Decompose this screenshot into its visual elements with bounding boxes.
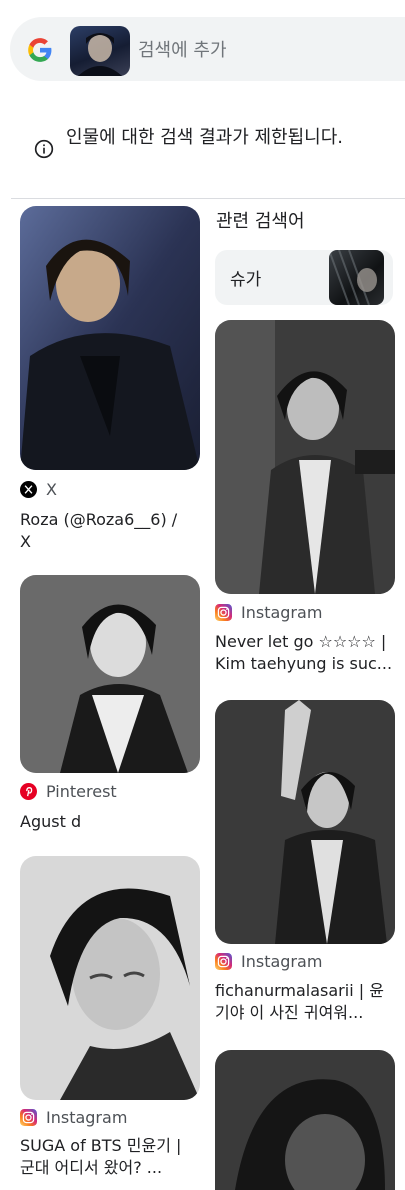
source-name: Instagram xyxy=(241,602,323,622)
x-icon xyxy=(20,480,37,498)
result-source-3[interactable]: Instagram xyxy=(20,1107,127,1127)
divider xyxy=(11,198,405,199)
result-image-3[interactable] xyxy=(20,856,200,1100)
result-image-6[interactable] xyxy=(215,1050,395,1190)
related-chip-label: 슈가 xyxy=(230,270,262,290)
result-title-5[interactable]: fichanurmalasarii | 윤 기야 이 사진 귀여워... xyxy=(215,980,395,1024)
result-source-5[interactable]: Instagram xyxy=(215,951,322,971)
source-name: Instagram xyxy=(46,1107,128,1127)
related-chip-thumbnail xyxy=(329,250,384,305)
search-bar[interactable]: 검색에 추가 xyxy=(10,17,405,81)
source-name: X xyxy=(46,479,57,499)
result-image-4[interactable] xyxy=(215,320,395,594)
notice-text: 인물에 대한 검색 결과가 제한됩니다. xyxy=(66,127,344,148)
related-search-chip[interactable]: 슈가 xyxy=(215,250,393,305)
result-image-1[interactable] xyxy=(20,206,200,470)
result-title-3[interactable]: SUGA of BTS 민윤기 | 군대 어디서 왔어? ... xyxy=(20,1135,200,1179)
source-name: Instagram xyxy=(241,951,323,971)
query-image-thumbnail[interactable] xyxy=(70,26,130,76)
result-image-2[interactable] xyxy=(20,575,200,773)
result-title-2[interactable]: Agust d xyxy=(20,811,200,833)
related-searches-heading: 관련 검색어 xyxy=(216,211,305,232)
result-image-5[interactable] xyxy=(215,700,395,944)
pinterest-icon xyxy=(20,782,37,800)
result-title-4[interactable]: Never let go ☆☆☆☆ | Kim taehyung is suc.… xyxy=(215,631,395,675)
instagram-icon xyxy=(215,952,232,970)
result-source-4[interactable]: Instagram xyxy=(215,602,322,622)
instagram-icon xyxy=(215,603,232,621)
search-placeholder[interactable]: 검색에 추가 xyxy=(138,36,227,62)
result-source-1[interactable]: X xyxy=(20,479,57,499)
source-name: Pinterest xyxy=(46,781,117,801)
instagram-icon xyxy=(20,1108,37,1126)
result-title-1[interactable]: Roza (@Roza6__6) / X xyxy=(20,509,200,553)
result-source-2[interactable]: Pinterest xyxy=(20,781,117,801)
info-icon xyxy=(34,139,54,159)
google-logo-icon xyxy=(28,38,52,62)
